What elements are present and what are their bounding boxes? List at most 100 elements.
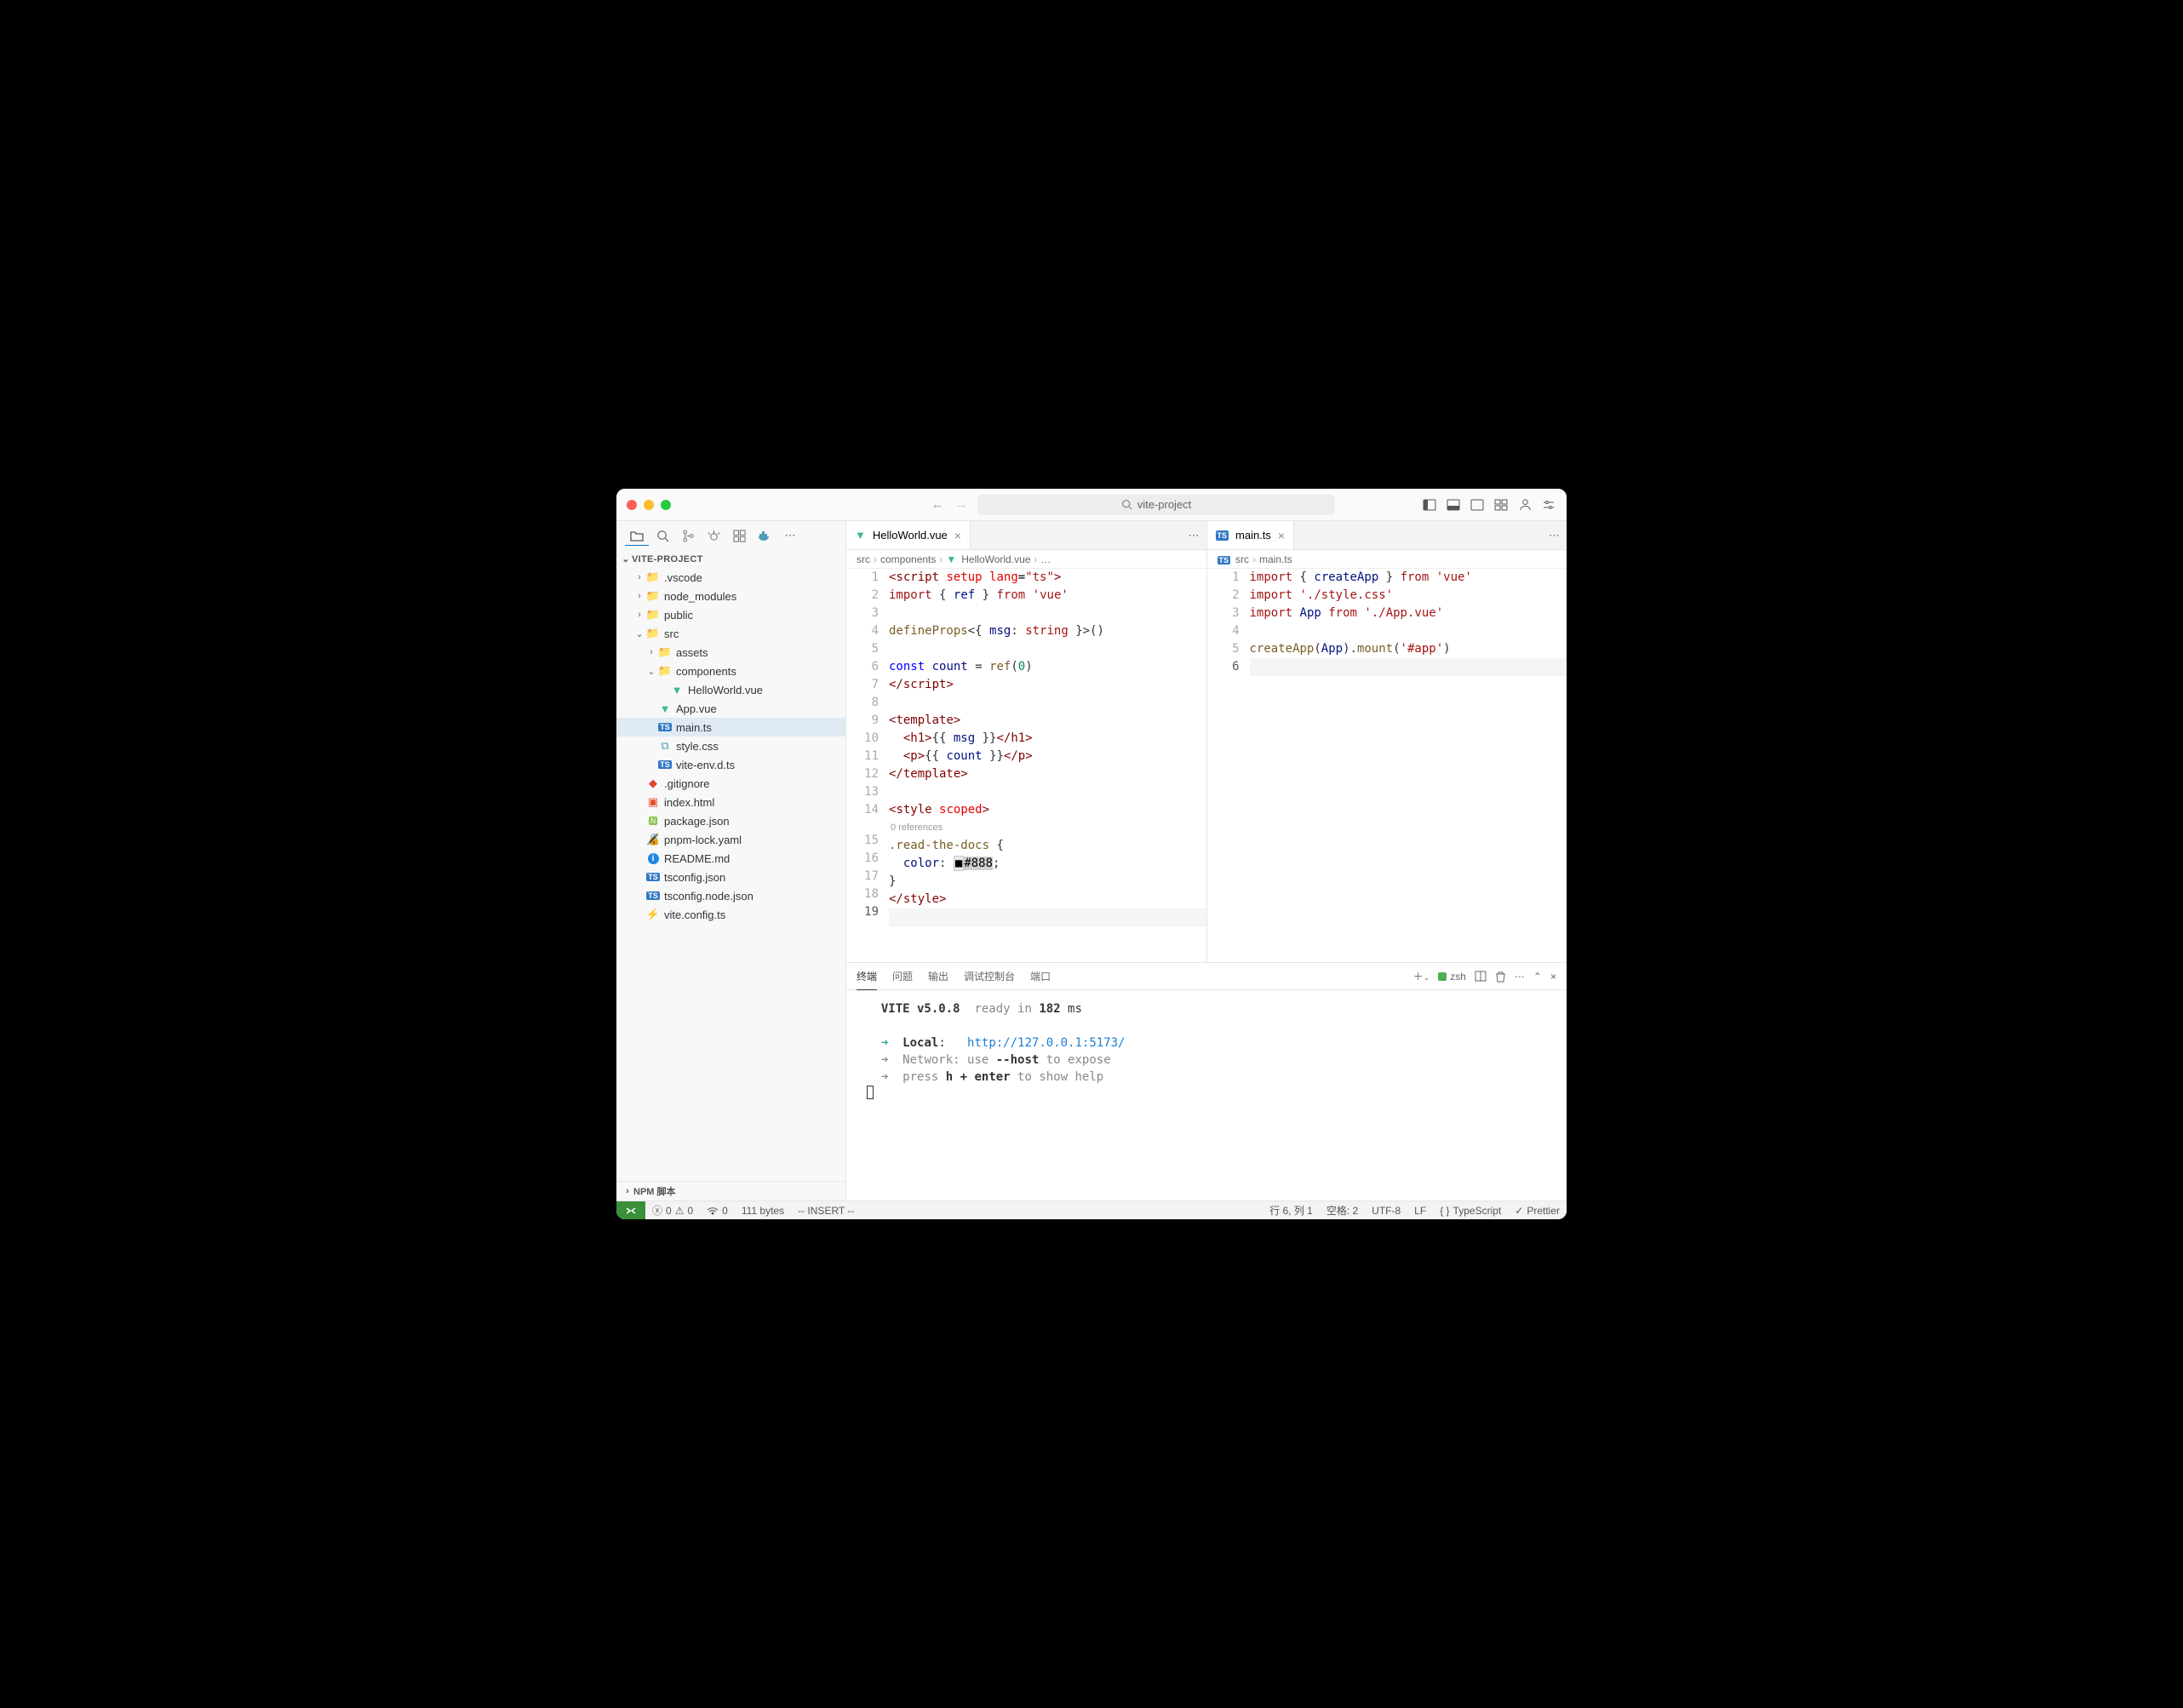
breadcrumbs-right[interactable]: TSsrc›main.ts bbox=[1207, 550, 1567, 569]
file-tree-item[interactable]: 🔏pnpm-lock.yaml bbox=[616, 830, 845, 849]
file-tree-item[interactable]: TSvite-env.d.ts bbox=[616, 755, 845, 774]
shell-indicator[interactable]: zsh bbox=[1438, 971, 1466, 983]
encoding-status[interactable]: UTF-8 bbox=[1365, 1203, 1407, 1218]
project-title[interactable]: ⌄ VITE-PROJECT bbox=[616, 550, 845, 568]
file-tree-item[interactable]: ›📁public bbox=[616, 605, 845, 624]
panel-more-icon[interactable]: ⋯ bbox=[1515, 971, 1525, 983]
file-icon: 📁 bbox=[645, 570, 661, 584]
account-icon[interactable] bbox=[1517, 497, 1533, 513]
breadcrumb-item[interactable]: main.ts bbox=[1259, 553, 1292, 565]
more-icon[interactable]: ⋯ bbox=[778, 525, 802, 546]
file-tree-item[interactable]: iREADME.md bbox=[616, 849, 845, 868]
settings-icon[interactable] bbox=[1541, 497, 1556, 513]
terminal-output[interactable]: VITE v5.0.8 ready in 182 ms ➜ Local: htt… bbox=[846, 990, 1567, 1201]
source-control-icon[interactable] bbox=[676, 525, 700, 546]
tab-more-icon[interactable]: ⋯ bbox=[1549, 529, 1560, 542]
code-editor-right[interactable]: 123456 import { createApp } from 'vue'im… bbox=[1207, 569, 1567, 962]
eol-status[interactable]: LF bbox=[1407, 1203, 1433, 1218]
search-sidebar-icon[interactable] bbox=[650, 525, 674, 546]
npm-scripts-section[interactable]: › NPM 脚本 bbox=[616, 1181, 845, 1201]
warning-icon: ⚠ bbox=[675, 1205, 685, 1217]
file-tree-item[interactable]: ⚡vite.config.ts bbox=[616, 905, 845, 924]
vim-mode-status[interactable]: -- INSERT -- bbox=[791, 1205, 861, 1217]
code-editor-left[interactable]: 12345678910111213141516171819 <script se… bbox=[846, 569, 1206, 962]
file-tree-item[interactable]: TStsconfig.json bbox=[616, 868, 845, 886]
file-tree-item[interactable]: ⌄📁components bbox=[616, 662, 845, 680]
search-icon bbox=[1121, 499, 1132, 510]
close-panel-icon[interactable]: × bbox=[1550, 971, 1556, 983]
layout-sidebar-left-icon[interactable] bbox=[1422, 497, 1437, 513]
file-tree-item[interactable]: ›📁node_modules bbox=[616, 587, 845, 605]
file-tree-item[interactable]: ▼App.vue bbox=[616, 699, 845, 718]
close-window-button[interactable] bbox=[627, 500, 637, 510]
radio-icon bbox=[707, 1206, 719, 1216]
remote-button[interactable] bbox=[616, 1201, 645, 1219]
fullscreen-window-button[interactable] bbox=[661, 500, 671, 510]
panel-tab[interactable]: 问题 bbox=[892, 969, 913, 983]
file-tree-item[interactable]: ›📁.vscode bbox=[616, 568, 845, 587]
split-terminal-icon[interactable] bbox=[1475, 971, 1487, 982]
indentation-status[interactable]: 空格: 2 bbox=[1320, 1203, 1365, 1218]
panel-tab[interactable]: 端口 bbox=[1030, 969, 1051, 983]
file-icon: ◆ bbox=[645, 777, 661, 790]
minimize-window-button[interactable] bbox=[644, 500, 654, 510]
explorer-sidebar: ⋯ ⌄ VITE-PROJECT ›📁.vscode›📁node_modules… bbox=[616, 521, 846, 1201]
language-status[interactable]: { }TypeScript bbox=[1433, 1203, 1508, 1218]
file-tree-item[interactable]: TStsconfig.node.json bbox=[616, 886, 845, 905]
customize-layout-icon[interactable] bbox=[1493, 497, 1509, 513]
breadcrumb-item[interactable]: … bbox=[1040, 553, 1051, 565]
bytes-status[interactable]: 111 bytes bbox=[735, 1205, 791, 1217]
file-label: package.json bbox=[664, 815, 730, 828]
file-tree-item[interactable]: ◆.gitignore bbox=[616, 774, 845, 793]
file-tree-item[interactable]: TSmain.ts bbox=[616, 718, 845, 737]
kill-terminal-icon[interactable] bbox=[1495, 971, 1506, 983]
new-terminal-icon[interactable]: ＋⌄ bbox=[1413, 969, 1430, 983]
tabs-right: TS main.ts × ⋯ bbox=[1207, 521, 1567, 550]
maximize-panel-icon[interactable]: ⌃ bbox=[1533, 971, 1542, 983]
prettier-status[interactable]: ✓Prettier bbox=[1508, 1203, 1567, 1218]
breadcrumbs-left[interactable]: src›components›▼HelloWorld.vue›… bbox=[846, 550, 1206, 569]
breadcrumb-item[interactable]: src bbox=[1235, 553, 1249, 565]
file-label: HelloWorld.vue bbox=[688, 684, 763, 696]
command-center-search[interactable]: vite-project bbox=[977, 495, 1335, 515]
file-tree-item[interactable]: ›📁assets bbox=[616, 643, 845, 662]
tab-more-icon[interactable]: ⋯ bbox=[1189, 529, 1200, 542]
panel-tab[interactable]: 输出 bbox=[928, 969, 948, 983]
file-icon: TS bbox=[645, 891, 661, 900]
close-tab-icon[interactable]: × bbox=[1278, 529, 1285, 542]
breadcrumb-item[interactable]: HelloWorld.vue bbox=[961, 553, 1030, 565]
explorer-folder-icon[interactable] bbox=[625, 525, 649, 546]
back-button[interactable]: ← bbox=[926, 496, 948, 514]
layout-sidebar-right-icon[interactable] bbox=[1470, 497, 1485, 513]
file-tree-item[interactable]: Npackage.json bbox=[616, 811, 845, 830]
file-tree-item[interactable]: ▼HelloWorld.vue bbox=[616, 680, 845, 699]
file-tree-item[interactable]: ▣index.html bbox=[616, 793, 845, 811]
layout-panel-icon[interactable] bbox=[1446, 497, 1461, 513]
line-col-status[interactable]: 行 6, 列 1 bbox=[1263, 1203, 1320, 1218]
problems-status[interactable]: ⓧ0 ⚠0 bbox=[645, 1203, 700, 1218]
file-icon: N bbox=[645, 817, 661, 825]
file-tree-item[interactable]: ⧉style.css bbox=[616, 737, 845, 755]
panel-tab[interactable]: 终端 bbox=[857, 969, 877, 990]
docker-icon[interactable] bbox=[753, 525, 776, 546]
panel-tab[interactable]: 调试控制台 bbox=[964, 969, 1015, 983]
tab-main-ts[interactable]: TS main.ts × bbox=[1207, 521, 1295, 549]
file-label: .vscode bbox=[664, 571, 702, 584]
extensions-icon[interactable] bbox=[727, 525, 751, 546]
close-tab-icon[interactable]: × bbox=[954, 529, 961, 542]
file-tree-item[interactable]: ⌄📁src bbox=[616, 624, 845, 643]
codelens[interactable]: 0 references bbox=[889, 819, 1206, 837]
file-icon: ▼ bbox=[657, 702, 673, 715]
debug-icon[interactable] bbox=[702, 525, 725, 546]
file-label: index.html bbox=[664, 796, 714, 809]
file-label: vite-env.d.ts bbox=[676, 759, 735, 771]
breadcrumb-item[interactable]: components bbox=[880, 553, 936, 565]
breadcrumb-item[interactable]: src bbox=[857, 553, 870, 565]
ts-icon: TS bbox=[1216, 530, 1229, 541]
file-icon: TS bbox=[645, 873, 661, 881]
tab-helloworld[interactable]: ▼ HelloWorld.vue × bbox=[846, 521, 971, 549]
vscode-window: ← → vite-project bbox=[616, 489, 1567, 1219]
ports-status[interactable]: 0 bbox=[700, 1205, 735, 1217]
forward-button[interactable]: → bbox=[950, 496, 972, 514]
nav-buttons: ← → bbox=[926, 496, 972, 514]
